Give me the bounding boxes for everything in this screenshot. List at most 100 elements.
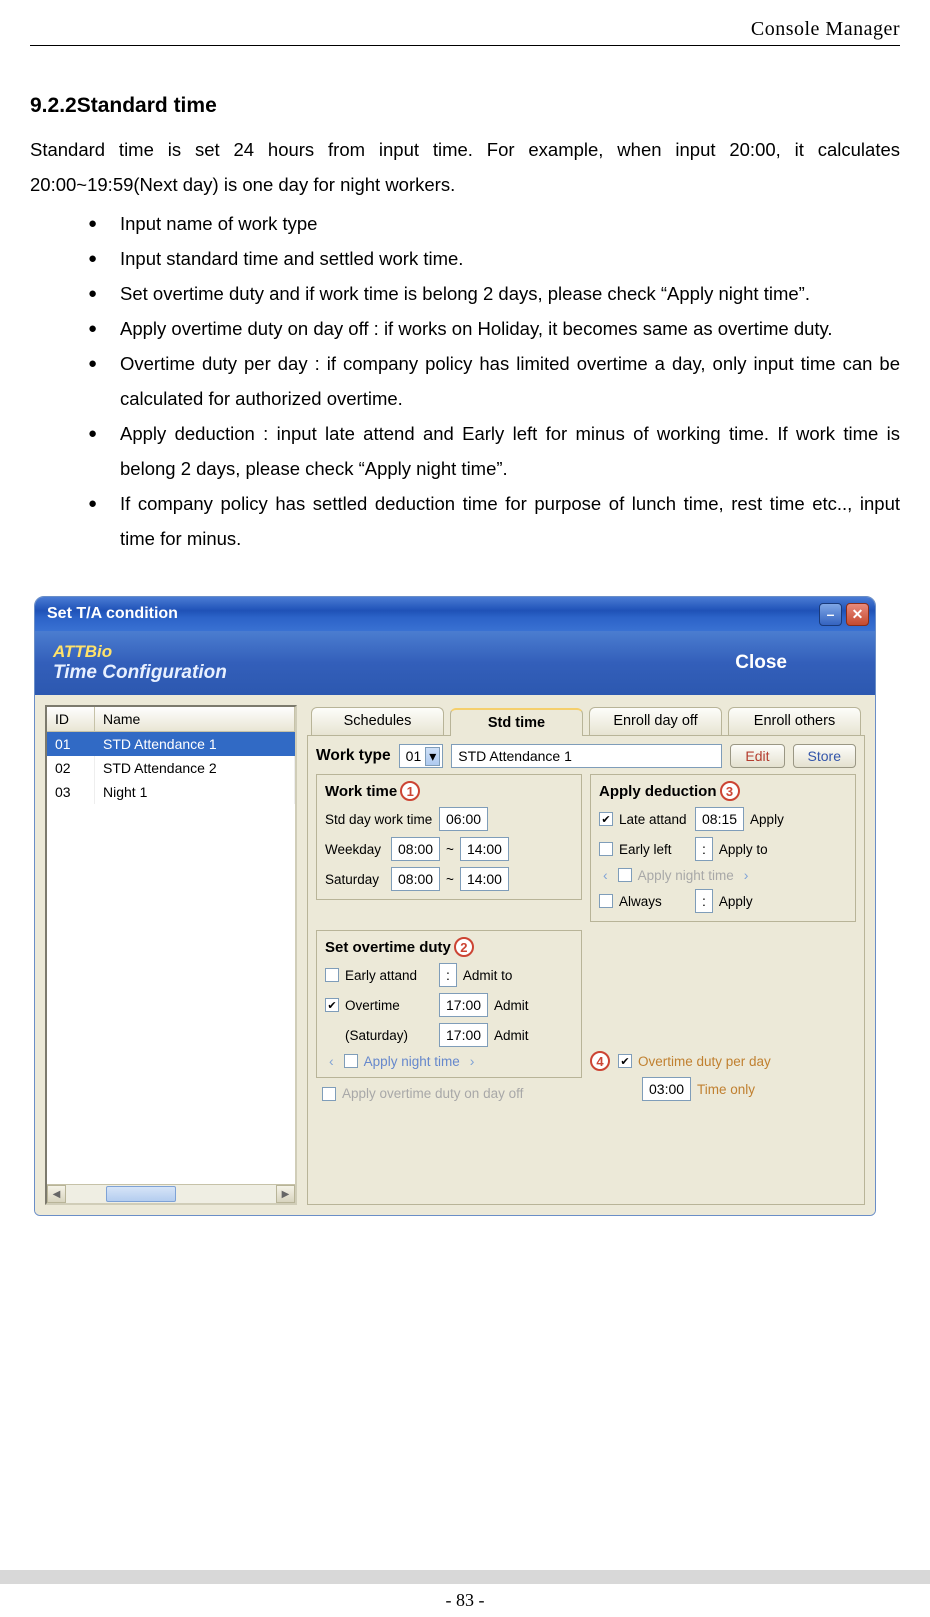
section-title: 9.2.2Standard time bbox=[30, 94, 900, 118]
cell-name: STD Attendance 2 bbox=[95, 756, 295, 780]
deduction-group: Apply deduction 3 Late attand 08:15 Appl… bbox=[590, 774, 856, 922]
worktype-label: Work type bbox=[316, 747, 391, 765]
brand-line1: ATTBio bbox=[53, 642, 227, 662]
marker-1-icon: 1 bbox=[400, 781, 420, 801]
ot-sat-label: (Saturday) bbox=[345, 1028, 433, 1043]
dialog-body: ID Name 01 STD Attendance 1 02 STD Atten… bbox=[35, 695, 875, 1215]
saturday-from-field[interactable]: 08:00 bbox=[391, 867, 440, 891]
ot-night-label: Apply night time bbox=[364, 1054, 460, 1069]
bullet-item: Overtime duty per day : if company polic… bbox=[88, 346, 900, 416]
tab-enroll-dayoff[interactable]: Enroll day off bbox=[589, 707, 722, 735]
overtime-group: Set overtime duty 2 Early attand : Admit… bbox=[316, 930, 582, 1078]
close-button[interactable]: Close bbox=[735, 652, 787, 674]
col-id-header[interactable]: ID bbox=[47, 707, 95, 732]
always-checkbox[interactable] bbox=[599, 894, 613, 908]
weekday-label: Weekday bbox=[325, 842, 385, 857]
list-row[interactable]: 01 STD Attendance 1 bbox=[47, 732, 295, 756]
marker-4-icon: 4 bbox=[590, 1051, 610, 1071]
ot-early-checkbox[interactable] bbox=[325, 968, 339, 982]
tilde-label: ~ bbox=[446, 872, 454, 887]
ot-overtime-label: Overtime bbox=[345, 998, 433, 1013]
bullet-item: Input name of work type bbox=[88, 206, 900, 241]
section-number: 9.2.2 bbox=[30, 94, 77, 117]
ot-perday-field[interactable]: 03:00 bbox=[642, 1077, 691, 1101]
horizontal-scrollbar[interactable]: ◀ ▶ bbox=[47, 1184, 295, 1203]
ot-overtime-field[interactable]: 17:00 bbox=[439, 993, 488, 1017]
cell-name: STD Attendance 1 bbox=[95, 732, 295, 756]
late-label: Late attand bbox=[619, 812, 689, 827]
cell-name: Night 1 bbox=[95, 780, 295, 804]
deduction-title: Apply deduction 3 bbox=[599, 781, 740, 801]
edit-button[interactable]: Edit bbox=[730, 744, 784, 768]
late-time-field[interactable]: 08:15 bbox=[695, 807, 744, 831]
bullet-list: Input name of work type Input standard t… bbox=[30, 206, 900, 556]
ot-sat-field[interactable]: 17:00 bbox=[439, 1023, 488, 1047]
arrow-right-icon: › bbox=[466, 1053, 479, 1069]
doc-header: Console Manager bbox=[30, 10, 900, 46]
tab-enroll-others[interactable]: Enroll others bbox=[728, 707, 861, 735]
scroll-thumb[interactable] bbox=[106, 1186, 176, 1202]
tabs: Schedules Std time Enroll day off Enroll… bbox=[307, 705, 865, 735]
arrow-left-icon: ‹ bbox=[599, 867, 612, 883]
late-checkbox[interactable] bbox=[599, 812, 613, 826]
saturday-to-field[interactable]: 14:00 bbox=[460, 867, 509, 891]
worktime-group: Work time 1 Std day work time 06:00 Week… bbox=[316, 774, 582, 900]
arrow-right-icon: › bbox=[740, 867, 753, 883]
saturday-label: Saturday bbox=[325, 872, 385, 887]
ot-early-suffix: Admit to bbox=[463, 968, 513, 983]
worktype-listview[interactable]: ID Name 01 STD Attendance 1 02 STD Atten… bbox=[45, 705, 297, 1205]
brand-line2: Time Configuration bbox=[53, 662, 227, 684]
store-button[interactable]: Store bbox=[793, 744, 856, 768]
scroll-right-button[interactable]: ▶ bbox=[276, 1185, 295, 1203]
early-left-time-field[interactable]: : bbox=[695, 837, 713, 861]
std-day-label: Std day work time bbox=[325, 812, 433, 827]
page: Console Manager 9.2.2Standard time Stand… bbox=[0, 0, 930, 1530]
window-title: Set T/A condition bbox=[47, 605, 815, 623]
minimize-button[interactable]: – bbox=[819, 603, 842, 626]
deduction-night-checkbox[interactable] bbox=[618, 868, 632, 882]
early-left-label: Early left bbox=[619, 842, 689, 857]
bullet-item: If company policy has settled deduction … bbox=[88, 486, 900, 556]
worktype-id-select[interactable]: 01 bbox=[399, 744, 444, 768]
scroll-track[interactable] bbox=[66, 1185, 276, 1203]
early-left-checkbox[interactable] bbox=[599, 842, 613, 856]
worktime-title: Work time 1 bbox=[325, 781, 420, 801]
tab-schedules[interactable]: Schedules bbox=[311, 707, 444, 735]
ot-sat-suffix: Admit bbox=[494, 1028, 529, 1043]
cell-id: 02 bbox=[47, 756, 95, 780]
always-time-field[interactable]: : bbox=[695, 889, 713, 913]
footer-bar bbox=[0, 1570, 930, 1584]
weekday-from-field[interactable]: 08:00 bbox=[391, 837, 440, 861]
tab-stdtime[interactable]: Std time bbox=[450, 708, 583, 736]
bullet-item: Apply overtime duty on day off : if work… bbox=[88, 311, 900, 346]
titlebar[interactable]: Set T/A condition – ✕ bbox=[35, 597, 875, 631]
bullet-item: Set overtime duty and if work time is be… bbox=[88, 276, 900, 311]
ot-night-checkbox[interactable] bbox=[344, 1054, 358, 1068]
worktype-list-panel: ID Name 01 STD Attendance 1 02 STD Atten… bbox=[45, 705, 297, 1205]
list-row[interactable]: 03 Night 1 bbox=[47, 780, 295, 804]
right-panel: Schedules Std time Enroll day off Enroll… bbox=[307, 705, 865, 1205]
scroll-left-button[interactable]: ◀ bbox=[47, 1185, 66, 1203]
ot-perday-suffix: Time only bbox=[697, 1082, 755, 1097]
cell-id: 03 bbox=[47, 780, 95, 804]
always-label: Always bbox=[619, 894, 689, 909]
always-suffix: Apply bbox=[719, 894, 753, 909]
col-name-header[interactable]: Name bbox=[95, 707, 295, 732]
ot-overtime-checkbox[interactable] bbox=[325, 998, 339, 1012]
overtime-title: Set overtime duty 2 bbox=[325, 937, 474, 957]
ot-perday-checkbox[interactable] bbox=[618, 1054, 632, 1068]
window-close-button[interactable]: ✕ bbox=[846, 603, 869, 626]
ot-dayoff-checkbox[interactable] bbox=[322, 1087, 336, 1101]
page-number: - 83 - bbox=[0, 1584, 930, 1617]
ribbon: ATTBio Time Configuration Close bbox=[35, 631, 875, 695]
late-suffix: Apply bbox=[750, 812, 784, 827]
ot-early-field[interactable]: : bbox=[439, 963, 457, 987]
ot-perday-label: Overtime duty per day bbox=[638, 1054, 771, 1069]
bullet-item: Apply deduction : input late attend and … bbox=[88, 416, 900, 486]
weekday-to-field[interactable]: 14:00 bbox=[460, 837, 509, 861]
marker-2-icon: 2 bbox=[454, 937, 474, 957]
std-day-field[interactable]: 06:00 bbox=[439, 807, 488, 831]
list-row[interactable]: 02 STD Attendance 2 bbox=[47, 756, 295, 780]
deduction-night-label: Apply night time bbox=[638, 868, 734, 883]
worktype-name-field[interactable]: STD Attendance 1 bbox=[451, 744, 722, 768]
